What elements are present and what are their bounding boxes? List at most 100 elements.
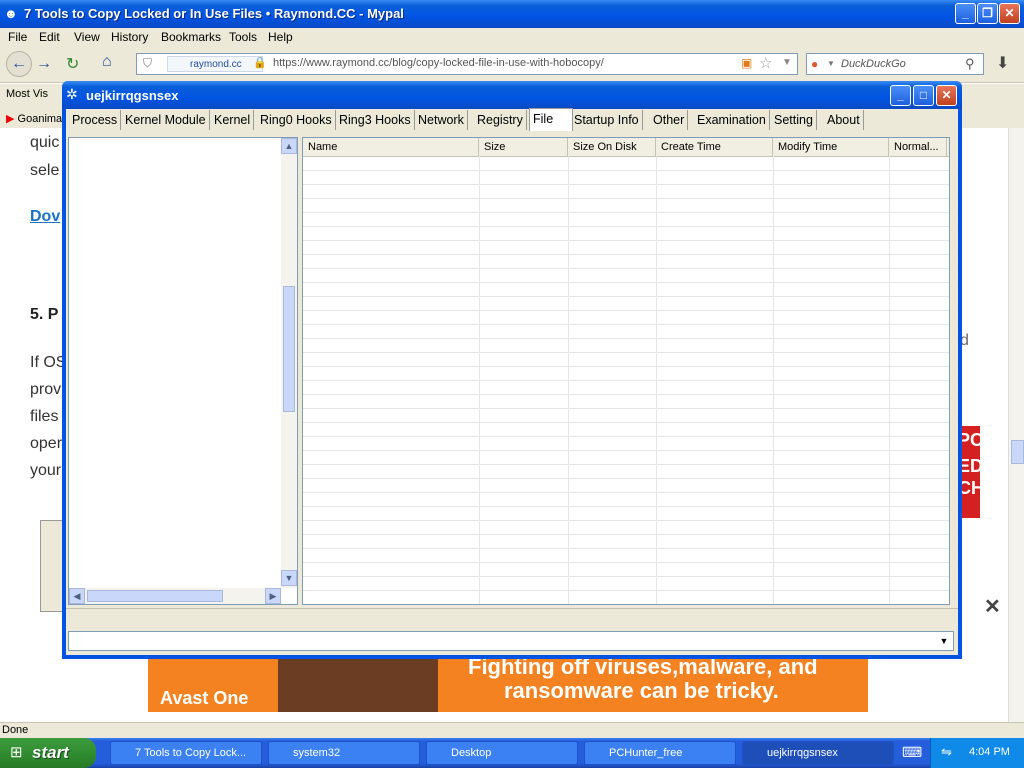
menu-view[interactable]: View: [74, 30, 100, 44]
folder-tree[interactable]: [68, 137, 298, 605]
page-text: prov: [30, 381, 62, 398]
start-label: start: [32, 743, 69, 762]
back-icon[interactable]: ←: [6, 51, 32, 77]
page-text: files: [30, 408, 59, 425]
tab-about[interactable]: About: [824, 110, 864, 130]
tab-process[interactable]: Process: [69, 110, 122, 130]
url-bar[interactable]: ⛉ raymond.cc 🔒 https://www.raymond.cc/bl…: [136, 53, 798, 75]
forward-icon[interactable]: →: [36, 55, 52, 73]
tab-kernel[interactable]: Kernel: [211, 110, 255, 130]
tree-horizontal-scrollbar[interactable]: ◀ ▶: [69, 588, 281, 604]
menu-history[interactable]: History: [111, 30, 148, 44]
scroll-down-icon[interactable]: ▼: [281, 570, 297, 586]
file-list[interactable]: [302, 137, 950, 605]
chevron-down-icon[interactable]: ▼: [827, 59, 835, 68]
page-text: If OS: [30, 354, 67, 371]
tab-ring0-hooks[interactable]: Ring0 Hooks: [257, 110, 336, 130]
windows-logo-icon: ⊞: [10, 744, 23, 761]
tab-other[interactable]: Other: [650, 110, 689, 130]
task-pchunter-free[interactable]: PCHunter_free: [584, 741, 736, 765]
column-divider: [656, 156, 657, 604]
task-system32[interactable]: system32: [268, 741, 420, 765]
browser-title: 7 Tools to Copy Locked or In Use Files •…: [24, 6, 404, 21]
keyboard-icon[interactable]: ⌨: [902, 744, 922, 761]
chevron-down-icon[interactable]: ▼: [782, 57, 792, 68]
close-icon[interactable]: ✕: [936, 85, 957, 106]
tab-registry[interactable]: Registry: [474, 110, 527, 130]
tab-startup-info[interactable]: Startup Info: [571, 110, 643, 130]
minimize-icon[interactable]: _: [890, 85, 911, 106]
menu-bookmarks[interactable]: Bookmarks: [161, 30, 221, 44]
app-icon: ✲: [66, 86, 78, 102]
scrollbar-thumb[interactable]: [1011, 440, 1024, 464]
bookmark-most-visited[interactable]: Most Vis: [6, 88, 48, 100]
network-icon[interactable]: ⇋: [941, 744, 952, 760]
lock-icon: 🔒: [253, 57, 267, 69]
scroll-left-icon[interactable]: ◀: [69, 588, 85, 604]
download-link[interactable]: Dov: [30, 208, 60, 226]
menubar: File Edit View History Bookmarks Tools H…: [0, 28, 1024, 46]
site-identity[interactable]: raymond.cc: [167, 56, 263, 72]
column-divider: [479, 156, 480, 604]
page-text: sele: [30, 162, 60, 179]
task-label: PCHunter_free: [609, 747, 683, 759]
tab-setting[interactable]: Setting: [771, 110, 817, 130]
scrollbar-thumb[interactable]: [283, 286, 295, 412]
maximize-icon[interactable]: □: [913, 85, 934, 106]
ad-headline: ransomware can be tricky.: [504, 678, 779, 703]
command-combobox[interactable]: ▼: [68, 631, 954, 651]
task-desktop[interactable]: Desktop: [426, 741, 578, 765]
app-titlebar[interactable]: ✲ uejkirrqgsnsex _ □ ✕: [62, 81, 962, 109]
tab-kernel-module[interactable]: Kernel Module: [122, 110, 210, 130]
duckduckgo-icon: ●: [811, 57, 819, 71]
page-text: quic: [30, 134, 60, 151]
menu-edit[interactable]: Edit: [39, 30, 60, 44]
menu-file[interactable]: File: [8, 30, 27, 44]
tree-vertical-scrollbar[interactable]: ▲ ▼: [281, 138, 297, 588]
shield-icon: ⛉: [143, 56, 153, 70]
tab-file[interactable]: File: [529, 108, 573, 131]
task-label: 7 Tools to Copy Lock...: [135, 747, 247, 759]
page-scrollbar[interactable]: [1008, 128, 1024, 722]
column-normal[interactable]: Normal...: [889, 138, 947, 156]
column-modify-time[interactable]: Modify Time: [773, 138, 889, 156]
url-text: https://www.raymond.cc/blog/copy-locked-…: [273, 57, 604, 69]
column-divider: [568, 156, 569, 604]
chevron-down-icon[interactable]: ▼: [937, 634, 951, 648]
tab-ring3-hooks[interactable]: Ring3 Hooks: [336, 110, 415, 130]
status-text: Done: [2, 724, 29, 736]
bookmark-goanima[interactable]: ▶ Goanima: [6, 112, 62, 125]
site-identity-label: raymond.cc: [190, 59, 242, 70]
download-icon[interactable]: ⬇: [996, 53, 1009, 73]
column-divider: [889, 156, 890, 604]
column-size[interactable]: Size: [479, 138, 568, 156]
close-icon[interactable]: ✕: [999, 3, 1020, 24]
star-icon[interactable]: ☆: [759, 54, 772, 72]
column-divider: [773, 156, 774, 604]
maximize-icon[interactable]: ❐: [977, 3, 998, 24]
clock[interactable]: 4:04 PM: [969, 746, 1010, 758]
task-uejkirrqgsnsex[interactable]: uejkirrqgsnsex: [742, 741, 894, 765]
browser-statusbar: Done: [0, 722, 1024, 739]
home-icon[interactable]: ⌂: [102, 53, 112, 71]
minimize-icon[interactable]: _: [955, 3, 976, 24]
start-button[interactable]: ⊞ start: [0, 738, 96, 768]
menu-help[interactable]: Help: [268, 30, 293, 44]
column-create-time[interactable]: Create Time: [656, 138, 773, 156]
task-browser[interactable]: 7 Tools to Copy Lock...: [110, 741, 262, 765]
column-size-on-disk[interactable]: Size On Disk: [568, 138, 656, 156]
rss-icon[interactable]: ▣: [741, 56, 752, 70]
close-ad-icon[interactable]: ✕: [984, 594, 1001, 619]
banner-ad[interactable]: Fighting off viruses,malware, and ransom…: [148, 654, 868, 712]
search-bar[interactable]: ● ▼ DuckDuckGo ⚲: [806, 53, 984, 75]
tab-examination[interactable]: Examination: [694, 110, 770, 130]
app-title: uejkirrqgsnsex: [86, 88, 179, 103]
search-icon[interactable]: ⚲: [965, 56, 975, 72]
tab-network[interactable]: Network: [415, 110, 468, 130]
scroll-right-icon[interactable]: ▶: [265, 588, 281, 604]
reload-icon[interactable]: ↻: [66, 54, 79, 74]
scrollbar-thumb[interactable]: [87, 590, 223, 602]
scroll-up-icon[interactable]: ▲: [281, 138, 297, 154]
column-name[interactable]: Name: [303, 138, 479, 156]
menu-tools[interactable]: Tools: [229, 30, 257, 44]
